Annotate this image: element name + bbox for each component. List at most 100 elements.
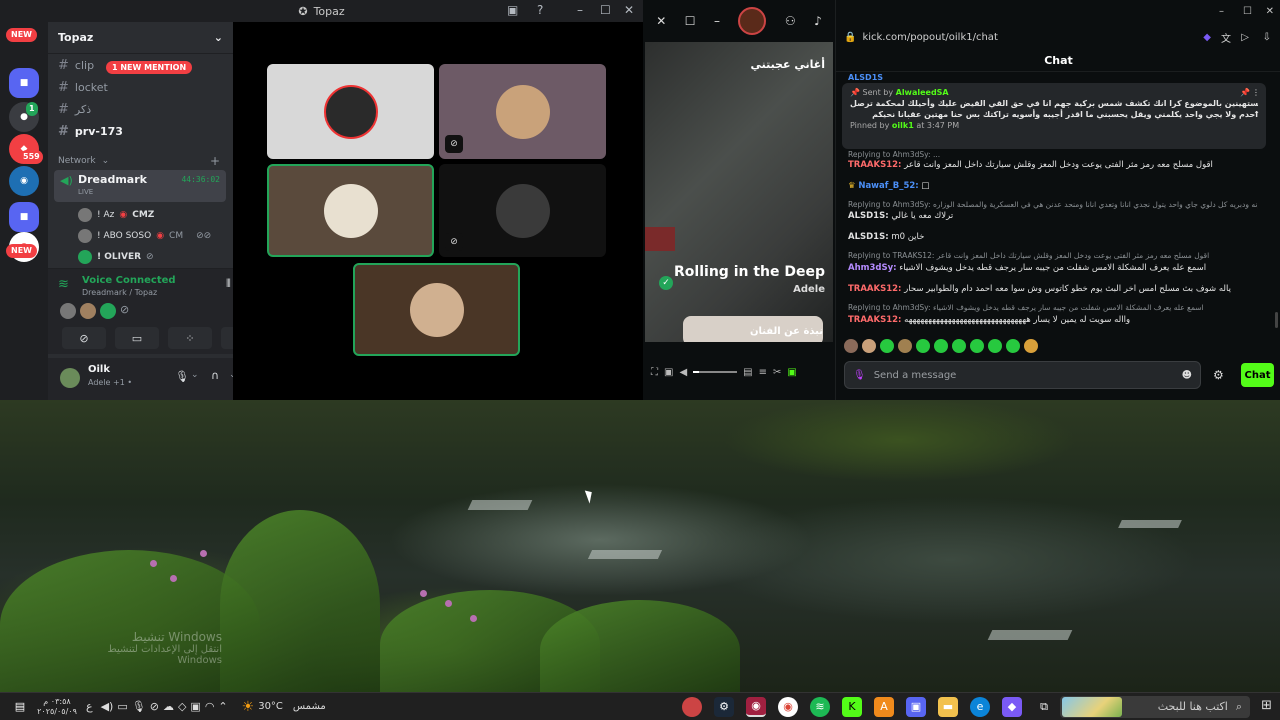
server-icon-topaz[interactable]: ◉: [9, 166, 39, 196]
participant-tile[interactable]: [267, 64, 434, 159]
language-indicator[interactable]: ع: [86, 700, 93, 713]
users-icon[interactable]: ⚇: [785, 14, 796, 28]
channel-item-prv-173[interactable]: # prv-173: [58, 124, 123, 139]
app-icon-active[interactable]: ◉: [746, 696, 766, 717]
chat-username[interactable]: Nawaf_B_52:: [858, 181, 918, 191]
chat-username[interactable]: ALSD1S: [848, 73, 883, 82]
clip-icon[interactable]: ✂: [773, 367, 781, 378]
microphone-icon[interactable]: 🎙: [132, 700, 146, 713]
emote-icon[interactable]: [898, 339, 912, 353]
cloud-icon[interactable]: ☁: [163, 700, 174, 713]
volume-icon[interactable]: ◀: [679, 367, 687, 378]
chat-message[interactable]: ALSD1S: m0 خاين: [848, 232, 1258, 242]
emote-icon[interactable]: [844, 339, 858, 353]
chevron-up-icon[interactable]: ⌃: [218, 700, 227, 713]
chat-username[interactable]: TRAAKS12:: [848, 160, 901, 170]
category-network[interactable]: Network ⌄: [58, 156, 109, 166]
weather-text[interactable]: مشمس: [293, 701, 326, 712]
channel-item-zikr[interactable]: # ذكر: [58, 102, 91, 117]
notification-icon[interactable]: ▤: [10, 697, 30, 717]
emote-icon[interactable]: [880, 339, 894, 353]
chat-message[interactable]: TRAAKS12: ياله شوف بث مسلح امس اخر البث …: [848, 284, 1258, 294]
stream-video[interactable]: أغاني عجبتني ✓ Rolling in the Deep Adele…: [645, 42, 833, 342]
pip-icon[interactable]: ▣: [664, 367, 673, 378]
weather-sun-icon[interactable]: ☀: [242, 699, 255, 715]
server-header[interactable]: Topaz ⌄: [48, 22, 233, 54]
edge-icon[interactable]: e: [970, 696, 990, 717]
maximize-button[interactable]: ☐: [600, 3, 611, 17]
microphone-icon[interactable]: 🎙: [175, 370, 189, 383]
volume-slider[interactable]: [693, 371, 738, 373]
theater-icon[interactable]: ▤: [743, 367, 752, 378]
voice-member[interactable]: ! Az ◉ CMZ: [78, 208, 154, 222]
gear-icon[interactable]: ⚙: [1213, 368, 1224, 382]
chat-username[interactable]: Ahm3dSy:: [848, 263, 897, 273]
menu-icon[interactable]: ≡: [759, 367, 767, 378]
channel-item-locket[interactable]: # locket: [58, 80, 108, 95]
emote-icon[interactable]: [988, 339, 1002, 353]
app-icon[interactable]: ▣: [906, 696, 926, 717]
chevron-up-icon[interactable]: ⌃: [1253, 109, 1260, 120]
chevron-down-icon[interactable]: ⌄: [191, 370, 199, 380]
soundboard-icon[interactable]: ⦀: [226, 277, 231, 291]
avatar[interactable]: [60, 368, 80, 388]
voice-member[interactable]: ! ABO SOSO ◉ CM ⊘⊘: [78, 229, 211, 243]
shield-icon[interactable]: ◇: [178, 700, 186, 713]
emote-icon[interactable]: [1024, 339, 1038, 353]
minimize-button[interactable]: –: [577, 3, 583, 17]
microphone-icon[interactable]: 🎙: [853, 370, 866, 381]
minimize-button[interactable]: –: [1219, 6, 1224, 17]
windows-start-icon[interactable]: ⊞: [1261, 698, 1272, 713]
close-icon[interactable]: ✕: [656, 14, 666, 28]
voice-status-subtitle[interactable]: Dreadmark / Topaz: [82, 288, 157, 297]
search-bar[interactable]: اكتب هنا للبحث ⌕: [1060, 695, 1250, 718]
chat-message[interactable]: ALSD1S: ترلاك معه يا غالي: [848, 211, 1258, 221]
participant-tile[interactable]: ⊘: [439, 64, 606, 159]
emoji-icon[interactable]: ☻: [1182, 370, 1192, 381]
minimize-icon[interactable]: –: [714, 14, 720, 28]
add-channel-icon[interactable]: +: [210, 154, 220, 168]
live-icon[interactable]: ▣: [787, 367, 796, 378]
pinned-by-user[interactable]: oilk1: [892, 121, 914, 130]
more-options-icon[interactable]: ⋮: [1252, 87, 1260, 98]
spotify-icon[interactable]: ≋: [810, 696, 830, 717]
help-icon[interactable]: ?: [537, 3, 543, 17]
expand-icon[interactable]: ⛶: [651, 367, 658, 378]
participant-tile[interactable]: ⊘: [439, 164, 606, 257]
cast-icon[interactable]: ▷: [1241, 32, 1249, 43]
screen-share-button[interactable]: ▭: [115, 327, 159, 349]
message-input[interactable]: 🎙 Send a message ☻: [844, 361, 1201, 389]
pinned-message[interactable]: 📌 Sent by AlwaleedSA يلغزان أكثر راقه مس…: [842, 83, 1266, 149]
participant-tile-speaking[interactable]: [267, 164, 434, 257]
chat-message[interactable]: Ahm3dSy: اسمع عله يعرف المشكلة الامس شفل…: [848, 263, 1258, 273]
username[interactable]: Oilk: [88, 364, 110, 375]
camera-toggle-button[interactable]: ⊘: [62, 327, 106, 349]
mute-icon[interactable]: ⊘: [150, 700, 159, 713]
folder-icon[interactable]: ▬: [938, 696, 958, 717]
app-icon[interactable]: ◆: [1002, 696, 1022, 717]
voice-member[interactable]: ! OLIVER ⊘: [78, 250, 154, 264]
translate-icon[interactable]: 文: [1221, 30, 1231, 45]
chat-username[interactable]: TRAAKS12:: [848, 315, 901, 325]
task-view-icon[interactable]: ⧉: [1034, 697, 1054, 717]
chat-username[interactable]: TRAAKS12:: [848, 284, 901, 294]
emote-icon[interactable]: [934, 339, 948, 353]
emote-icon[interactable]: [862, 339, 876, 353]
emote-icon[interactable]: [970, 339, 984, 353]
activities-button[interactable]: ⁘: [168, 327, 212, 349]
bell-icon[interactable]: ♪: [814, 14, 822, 28]
server-icon[interactable]: ■: [9, 68, 39, 98]
app-icon[interactable]: [682, 696, 702, 717]
emote-icon[interactable]: [1006, 339, 1020, 353]
download-icon[interactable]: ⇩: [1263, 32, 1271, 43]
new-mention-pill[interactable]: 1 NEW MENTION: [106, 61, 193, 74]
emote-icon[interactable]: [916, 339, 930, 353]
maximize-button[interactable]: ☐: [1243, 6, 1252, 17]
url-text[interactable]: kick.com/popout/oilk1/chat: [862, 32, 997, 43]
weather-temp[interactable]: 30°C: [258, 701, 283, 712]
headphones-icon[interactable]: ∩: [211, 369, 219, 382]
kick-icon[interactable]: K: [842, 696, 862, 717]
chat-scrollbar[interactable]: [1275, 312, 1278, 328]
app-icon[interactable]: A: [874, 696, 894, 717]
sent-by-user[interactable]: AlwaleedSA: [896, 88, 949, 97]
